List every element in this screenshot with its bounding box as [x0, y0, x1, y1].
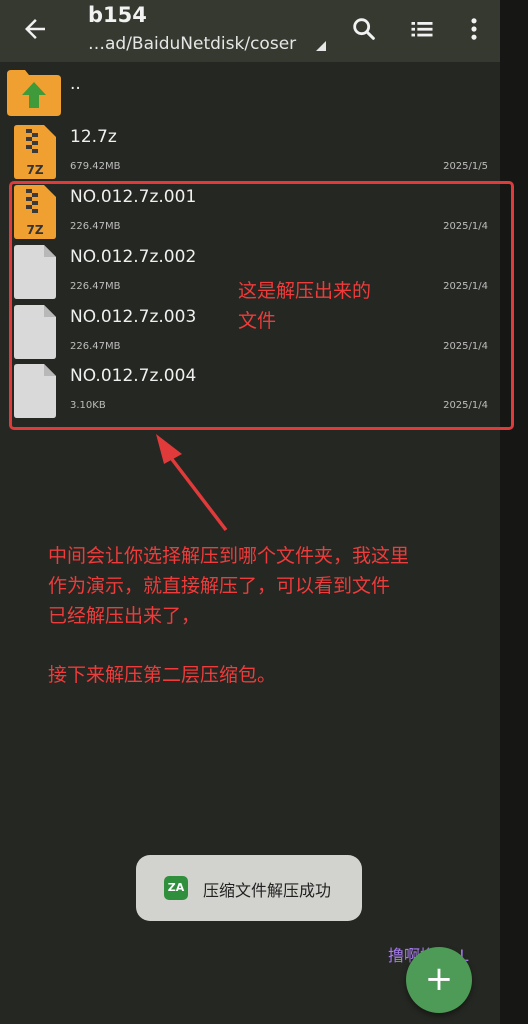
success-toast: ZA 压缩文件解压成功 — [136, 855, 362, 921]
current-path[interactable]: …ad/BaiduNetdisk/coser — [88, 34, 296, 54]
folder-up-icon — [7, 70, 61, 116]
file-name: 12.7z — [70, 127, 117, 147]
path-dropdown-icon[interactable] — [316, 41, 326, 51]
annotation-next-step: 接下来解压第二层压缩包。 — [48, 664, 277, 686]
screen-edge — [500, 0, 528, 1024]
annotation-line: 文件 — [238, 310, 277, 332]
annotation-extracted-files: 这是解压出来的 文件 — [238, 276, 438, 336]
list-view-icon[interactable] — [408, 15, 436, 43]
7z-archive-icon: 7Z — [14, 125, 56, 179]
search-icon[interactable] — [350, 15, 378, 43]
app-logo-icon: ZA — [164, 876, 188, 900]
file-manager-screen: b154 …ad/BaiduNetdisk/coser .. 7Z 12.7z … — [0, 0, 500, 1024]
annotation-line: 这是解压出来的 — [238, 280, 372, 302]
app-bar-title: b154 — [88, 3, 147, 27]
annotation-line: 中间会让你选择解压到哪个文件夹，我这里 — [48, 545, 410, 567]
file-row[interactable]: 7Z 12.7z 679.42MB 2025/1/5 — [0, 121, 500, 181]
file-date: 2025/1/5 — [443, 161, 488, 172]
annotation-line: 已经解压出来了， — [48, 605, 201, 627]
app-bar: b154 …ad/BaiduNetdisk/coser — [0, 0, 500, 62]
back-arrow-icon[interactable] — [20, 14, 50, 44]
svg-text:7Z: 7Z — [26, 163, 43, 177]
add-fab-button[interactable]: + — [406, 947, 472, 1013]
annotation-line: 作为演示，就直接解压了，可以看到文件 — [48, 575, 391, 597]
toast-message: 压缩文件解压成功 — [203, 881, 332, 900]
annotation-arrow-icon — [156, 434, 228, 532]
parent-folder-label: .. — [70, 74, 81, 94]
more-vert-icon[interactable] — [460, 15, 488, 43]
file-size: 679.42MB — [70, 161, 121, 172]
plus-icon: + — [424, 959, 454, 999]
annotation-instructions: 中间会让你选择解压到哪个文件夹，我这里 作为演示，就直接解压了，可以看到文件 已… — [48, 541, 508, 631]
parent-folder-row[interactable]: .. — [0, 64, 500, 124]
